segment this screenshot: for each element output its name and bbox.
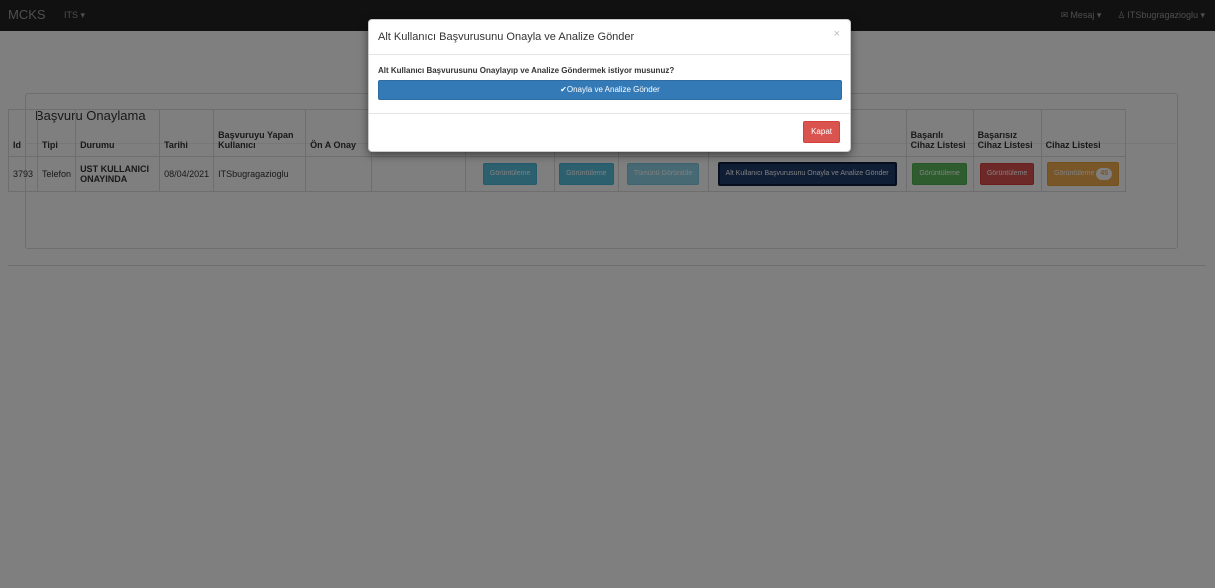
modal-footer-divider: [369, 113, 850, 114]
modal-question: Alt Kullanıcı Başvurusunu Onaylayıp ve A…: [378, 66, 675, 75]
confirm-modal: Alt Kullanıcı Başvurusunu Onayla ve Anal…: [368, 19, 851, 152]
close-button[interactable]: Kapat: [803, 121, 840, 143]
close-icon[interactable]: ×: [834, 28, 840, 40]
modal-title: Alt Kullanıcı Başvurusunu Onayla ve Anal…: [378, 31, 635, 43]
confirm-send-button[interactable]: ✔Onayla ve Analize Gönder: [378, 80, 842, 100]
modal-header: Alt Kullanıcı Başvurusunu Onayla ve Anal…: [369, 20, 850, 55]
